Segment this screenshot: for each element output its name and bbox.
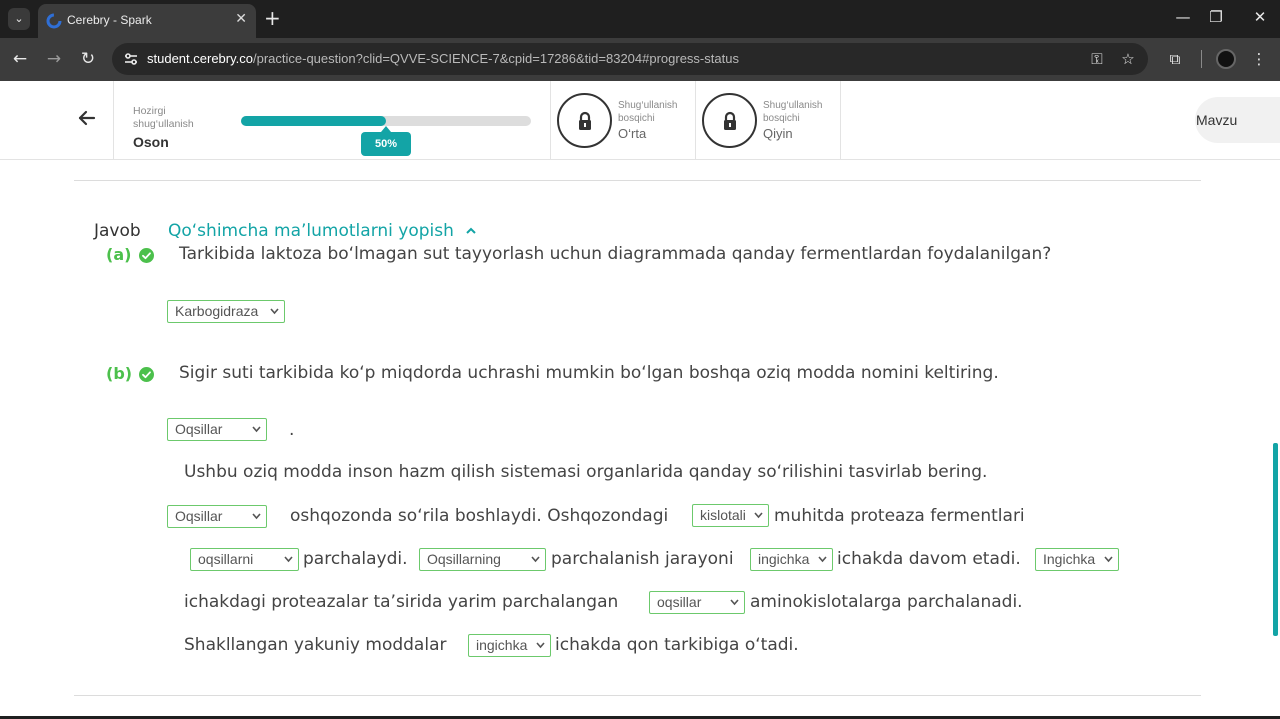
arrow-left-icon [78,110,96,126]
blank-1-select[interactable]: Oqsillar [167,505,267,528]
check-circle-icon [139,248,154,263]
blank-2-select[interactable]: kislotali [692,504,769,527]
site-info-icon[interactable] [122,50,140,68]
back-icon[interactable]: ← [9,48,31,70]
tab-title: Cerebry - Spark [67,13,152,27]
part-b-question: Sigir suti tarkibida ko‘p miqdorda uchra… [179,363,999,383]
level-hard-panel: Shug‘ullanish bosqichi Qiyin [696,81,841,160]
level-medium-name: O‘rta [618,126,647,141]
top-divider [74,180,1201,181]
tab-close-icon[interactable]: ✕ [235,11,247,27]
level-medium-caption: Shug‘ullanish bosqichi [618,100,678,124]
topic-button[interactable]: Mavzu [1195,97,1280,143]
chevron-down-icon [270,308,279,315]
hide-details-toggle[interactable]: Qo‘shimcha ma’lumotlarni yopish [168,221,477,241]
active-tab[interactable]: Cerebry - Spark ✕ [38,4,256,38]
line-1-text-a: oshqozonda so‘rila boshlaydi. Oshqozonda… [290,506,669,526]
blank-8-select[interactable]: ingichka [468,634,551,657]
line-4-text-b: ichakda qon tarkibiga o‘tadi. [555,635,799,655]
progress-bar [241,116,531,126]
chevron-down-icon [1104,556,1113,563]
tab-search-button[interactable]: ⌄ [8,8,30,30]
browser-tab-strip: ⌄ Cerebry - Spark ✕ + — ❐ ✕ [0,0,1280,38]
blank-6-select[interactable]: Ingichka [1035,548,1119,571]
chevron-down-icon [536,642,545,649]
progress-bar-fill [241,116,386,126]
part-a-label: (a) [106,245,132,264]
blank-4-select[interactable]: Oqsillarning [419,548,546,571]
select-value: kislotali [700,507,746,523]
restore-icon[interactable]: ❐ [1206,8,1226,26]
bookmark-star-icon[interactable]: ☆ [1119,50,1137,68]
level-hard-caption: Shug‘ullanish bosqichi [763,100,823,124]
select-value: oqsillar [657,594,702,610]
url-text: student.cerebry.co/practice-question?cli… [147,51,739,66]
select-value: Oqsillarning [427,551,501,567]
check-circle-icon [139,367,154,382]
line-2-text-c: ichakda davom etadi. [837,549,1021,569]
part-a-question: Tarkibida laktoza bo‘lmagan sut tayyorla… [179,244,1052,264]
page-scrollbar-thumb[interactable] [1273,443,1278,636]
toolbar-divider [1201,50,1202,68]
part-b-nutrient-select[interactable]: Oqsillar [167,418,267,441]
password-key-icon[interactable]: ⚿ [1088,50,1106,68]
new-tab-icon[interactable]: + [264,6,281,30]
lock-icon [724,111,736,130]
current-level-caption: Hozirgi shug‘ullanish [133,105,194,130]
select-value: Karbogidraza [175,303,259,319]
blank-3-select[interactable]: oqsillarni [190,548,299,571]
chevron-up-icon [466,227,477,234]
url-path: /practice-question?clid=QVVE-SCIENCE-7&c… [252,51,739,66]
part-b-instruction: Ushbu oziq modda inson hazm qilish siste… [184,462,988,482]
part-a-select[interactable]: Karbogidraza [167,300,285,323]
close-window-icon[interactable]: ✕ [1250,8,1270,26]
chevron-down-icon [730,599,739,606]
level-hard-lock [702,93,757,148]
chevron-down-icon [754,512,763,519]
line-3-text-b: aminokislotalarga parchalanadi. [750,592,1023,612]
chevron-down-icon [531,556,540,563]
profile-avatar[interactable] [1216,49,1236,69]
practice-header: Hozirgi shug‘ullanish Oson 50% Shug‘ulla… [0,81,1280,160]
address-bar[interactable]: student.cerebry.co/practice-question?cli… [112,43,1148,75]
chevron-down-icon [284,556,293,563]
browser-toolbar: ← → ↻ student.cerebry.co/practice-questi… [0,38,1280,81]
extensions-icon[interactable]: ⧉ [1164,48,1186,70]
line-2-text-a: parchalaydi. [303,549,408,569]
select-value: Oqsillar [175,421,223,437]
chevron-down-icon [252,426,261,433]
progress-percent-badge: 50% [361,126,411,156]
minimize-icon[interactable]: — [1173,8,1193,26]
level-medium-lock [557,93,612,148]
forward-icon[interactable]: → [43,48,65,70]
blank-7-select[interactable]: oqsillar [649,591,745,614]
blank-5-select[interactable]: ingichka [750,548,833,571]
line-2-text-b: parchalanish jarayoni [551,549,734,569]
url-host: student.cerebry.co [147,51,253,66]
level-medium-panel: Shug‘ullanish bosqichi O‘rta [551,81,696,160]
part-b-label: (b) [106,364,133,383]
bottom-divider [74,695,1201,696]
current-level-panel: Hozirgi shug‘ullanish Oson 50% [114,81,551,160]
current-level-name: Oson [133,134,169,150]
level-hard-name: Qiyin [763,126,793,141]
select-value: Oqsillar [175,508,223,524]
cerebry-favicon-icon [46,13,62,29]
lock-icon [579,111,591,130]
browser-menu-icon[interactable]: ⋮ [1248,48,1270,70]
select-value: Ingichka [1043,551,1096,567]
sentence-period: . [289,420,295,440]
select-value: oqsillarni [198,551,254,567]
select-value: ingichka [758,551,810,567]
chevron-down-icon [252,513,261,520]
select-value: ingichka [476,637,528,653]
back-button[interactable] [0,81,114,160]
reload-icon[interactable]: ↻ [77,48,99,70]
line-4-text-a: Shakllangan yakuniy moddalar [184,635,447,655]
hide-details-label: Qo‘shimcha ma’lumotlarni yopish [168,221,454,241]
line-3-text-a: ichakdagi proteazalar ta’sirida yarim pa… [184,592,619,612]
answer-label: Javob [94,221,141,241]
chevron-down-icon [818,556,827,563]
line-1-text-b: muhitda proteaza fermentlari [774,506,1025,526]
